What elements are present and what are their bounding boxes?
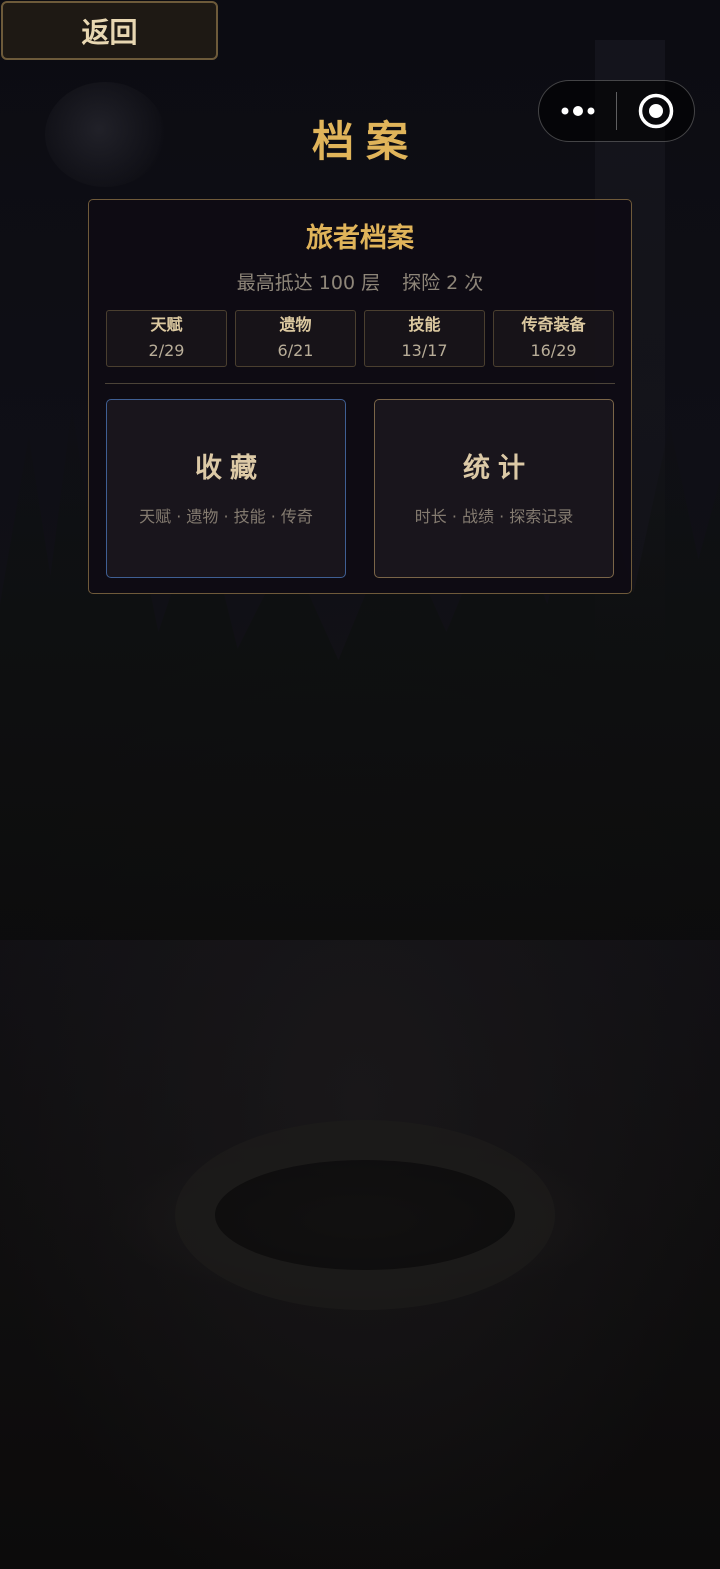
- card-title: 旅者档案: [306, 223, 414, 254]
- back-button[interactable]: 返回: [1, 1, 218, 60]
- stone-well: [175, 1120, 555, 1310]
- traveler-profile-card: 旅者档案 最高抵达 100 层探险 2 次 天赋 2/29 遗物 6/21 技能…: [88, 199, 632, 594]
- explore-count-text: 探险 2 次: [402, 272, 484, 294]
- page-title: 档案: [311, 117, 420, 166]
- divider-line: [105, 383, 615, 384]
- stats-row: 天赋 2/29 遗物 6/21 技能 13/17 传奇装备 16/29: [106, 310, 614, 367]
- stat-label: 遗物: [279, 315, 312, 334]
- stat-value: 2/29: [148, 341, 185, 360]
- stat-value: 13/17: [401, 341, 448, 360]
- profile-summary: 最高抵达 100 层探险 2 次: [89, 268, 631, 295]
- collection-button[interactable]: 收藏 天赋 · 遗物 · 技能 · 传奇: [106, 399, 346, 578]
- collection-desc: 天赋 · 遗物 · 技能 · 传奇: [139, 506, 313, 526]
- statistics-desc: 时长 · 战绩 · 探索记录: [414, 506, 574, 526]
- stat-value: 6/21: [277, 341, 314, 360]
- stat-value: 16/29: [530, 341, 577, 360]
- stat-label: 技能: [408, 315, 441, 334]
- stat-skill: 技能 13/17: [364, 310, 485, 367]
- stat-talent: 天赋 2/29: [106, 310, 227, 367]
- stat-label: 天赋: [150, 315, 183, 334]
- collection-title: 收藏: [195, 452, 265, 484]
- stat-relic: 遗物 6/21: [235, 310, 356, 367]
- statistics-button[interactable]: 统计 时长 · 战绩 · 探索记录: [374, 399, 614, 578]
- stat-legendary-gear: 传奇装备 16/29: [493, 310, 614, 367]
- stat-label: 传奇装备: [521, 315, 586, 334]
- max-floor-text: 最高抵达 100 层: [236, 272, 381, 294]
- statistics-title: 统计: [463, 452, 533, 484]
